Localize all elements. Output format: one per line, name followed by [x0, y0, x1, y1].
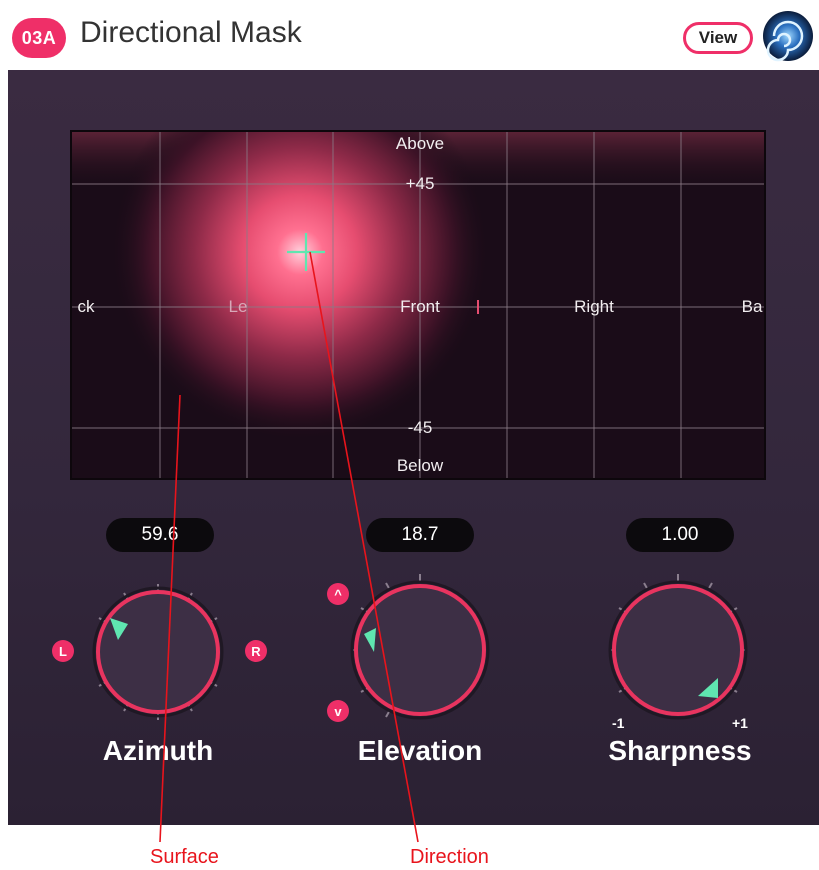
surface-callout-line: [159, 394, 181, 843]
annotation-lines: [159, 251, 419, 843]
direction-callout-line: [309, 251, 419, 843]
direction-callout: Direction: [410, 846, 489, 868]
surface-callout: Surface: [150, 846, 219, 868]
